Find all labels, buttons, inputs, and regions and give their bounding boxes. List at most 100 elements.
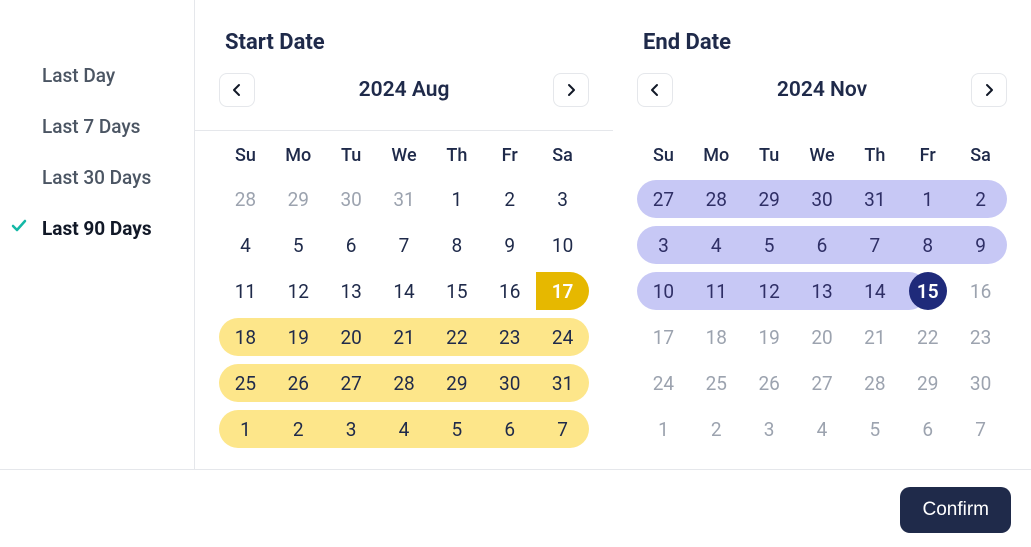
calendar-day[interactable]: 23 <box>954 318 1007 356</box>
calendar-day[interactable]: 5 <box>743 226 796 264</box>
end-panel: End Date 2024 Nov SuMoTuWeThFrSa27282930… <box>613 0 1031 469</box>
calendar-day[interactable]: 30 <box>954 364 1007 402</box>
calendar-day[interactable]: 26 <box>743 364 796 402</box>
end-next-month-button[interactable] <box>971 73 1007 107</box>
calendar-day[interactable]: 1 <box>430 180 483 218</box>
day-of-week-label: Sa <box>954 139 1007 172</box>
calendar-day[interactable]: 19 <box>272 318 325 356</box>
calendar-day[interactable]: 31 <box>536 364 589 402</box>
calendar-day[interactable]: 6 <box>325 226 378 264</box>
day-of-week-label: Tu <box>325 139 378 172</box>
calendar-day[interactable]: 27 <box>637 180 690 218</box>
calendar-day[interactable]: 28 <box>690 180 743 218</box>
calendar-day[interactable]: 4 <box>378 410 431 448</box>
calendar-day[interactable]: 25 <box>219 364 272 402</box>
calendar-day[interactable]: 30 <box>483 364 536 402</box>
calendar-day[interactable]: 10 <box>536 226 589 264</box>
calendar-day[interactable]: 2 <box>690 410 743 448</box>
start-title: Start Date <box>219 30 589 55</box>
calendar-day[interactable]: 22 <box>901 318 954 356</box>
calendar-day[interactable]: 31 <box>848 180 901 218</box>
calendar-day[interactable]: 20 <box>796 318 849 356</box>
calendar-day[interactable]: 26 <box>272 364 325 402</box>
calendar-day[interactable]: 28 <box>219 180 272 218</box>
calendar-day[interactable]: 5 <box>848 410 901 448</box>
calendar-day[interactable]: 15 <box>430 272 483 310</box>
calendar-day[interactable]: 7 <box>848 226 901 264</box>
selected-day-pill: 15 <box>909 272 947 310</box>
calendar-day[interactable]: 31 <box>378 180 431 218</box>
calendar-day[interactable]: 28 <box>378 364 431 402</box>
start-prev-month-button[interactable] <box>219 73 255 107</box>
calendar-day[interactable]: 30 <box>325 180 378 218</box>
calendar-day[interactable]: 7 <box>536 410 589 448</box>
calendar-day[interactable]: 10 <box>637 272 690 310</box>
calendar-day[interactable]: 5 <box>430 410 483 448</box>
preset-item[interactable]: Last 7 Days <box>12 101 194 152</box>
calendar-day[interactable]: 12 <box>743 272 796 310</box>
calendar-day[interactable]: 2 <box>272 410 325 448</box>
chevron-right-icon <box>566 83 576 97</box>
calendar-day[interactable]: 29 <box>430 364 483 402</box>
calendar-day[interactable]: 16 <box>954 272 1007 310</box>
calendar-day[interactable]: 18 <box>219 318 272 356</box>
calendar-day[interactable]: 6 <box>796 226 849 264</box>
calendar-day[interactable]: 27 <box>796 364 849 402</box>
calendar-day[interactable]: 19 <box>743 318 796 356</box>
calendar-day[interactable]: 20 <box>325 318 378 356</box>
calendar-day[interactable]: 8 <box>901 226 954 264</box>
calendar-day[interactable]: 1 <box>219 410 272 448</box>
calendar-day[interactable]: 27 <box>325 364 378 402</box>
calendar-day[interactable]: 18 <box>690 318 743 356</box>
calendar-day[interactable]: 6 <box>483 410 536 448</box>
calendar-day[interactable]: 4 <box>796 410 849 448</box>
calendar-day[interactable]: 2 <box>483 180 536 218</box>
calendar-day[interactable]: 17 <box>536 272 589 310</box>
day-of-week-label: Mo <box>272 139 325 172</box>
calendar-day[interactable]: 14 <box>378 272 431 310</box>
calendar-day[interactable]: 7 <box>378 226 431 264</box>
calendar-day[interactable]: 9 <box>954 226 1007 264</box>
calendar-day[interactable]: 16 <box>483 272 536 310</box>
calendar-day[interactable]: 8 <box>430 226 483 264</box>
calendar-day[interactable]: 4 <box>219 226 272 264</box>
preset-item[interactable]: Last 30 Days <box>12 152 194 203</box>
calendar-day[interactable]: 29 <box>272 180 325 218</box>
calendar-day[interactable]: 3 <box>743 410 796 448</box>
calendar-day[interactable]: 6 <box>901 410 954 448</box>
calendar-day[interactable]: 9 <box>483 226 536 264</box>
calendar-day[interactable]: 22 <box>430 318 483 356</box>
calendar-day[interactable]: 28 <box>848 364 901 402</box>
calendar-day[interactable]: 25 <box>690 364 743 402</box>
calendar-day[interactable]: 29 <box>901 364 954 402</box>
calendar-day[interactable]: 23 <box>483 318 536 356</box>
calendar-day[interactable]: 21 <box>848 318 901 356</box>
calendar-day[interactable]: 2 <box>954 180 1007 218</box>
calendar-day[interactable]: 24 <box>536 318 589 356</box>
calendar-day[interactable]: 30 <box>796 180 849 218</box>
calendar-day[interactable]: 24 <box>637 364 690 402</box>
calendar-day[interactable]: 13 <box>796 272 849 310</box>
calendar-day[interactable]: 3 <box>536 180 589 218</box>
calendar-day[interactable]: 7 <box>954 410 1007 448</box>
calendar-day[interactable]: 14 <box>848 272 901 310</box>
calendar-day[interactable]: 11 <box>219 272 272 310</box>
start-next-month-button[interactable] <box>553 73 589 107</box>
preset-item[interactable]: Last Day <box>12 50 194 101</box>
preset-item[interactable]: Last 90 Days <box>12 203 194 254</box>
calendar-day[interactable]: 21 <box>378 318 431 356</box>
calendar-day[interactable]: 17 <box>637 318 690 356</box>
calendar-day[interactable]: 11 <box>690 272 743 310</box>
confirm-button[interactable]: Confirm <box>900 487 1011 533</box>
calendar-day[interactable]: 1 <box>901 180 954 218</box>
calendar-day[interactable]: 3 <box>325 410 378 448</box>
calendar-day[interactable]: 12 <box>272 272 325 310</box>
calendar-day[interactable]: 5 <box>272 226 325 264</box>
calendar-day[interactable]: 4 <box>690 226 743 264</box>
end-prev-month-button[interactable] <box>637 73 673 107</box>
calendar-day[interactable]: 29 <box>743 180 796 218</box>
calendar-day[interactable]: 3 <box>637 226 690 264</box>
calendar-day[interactable]: 15 <box>901 272 954 310</box>
calendar-day[interactable]: 13 <box>325 272 378 310</box>
calendar-day[interactable]: 1 <box>637 410 690 448</box>
